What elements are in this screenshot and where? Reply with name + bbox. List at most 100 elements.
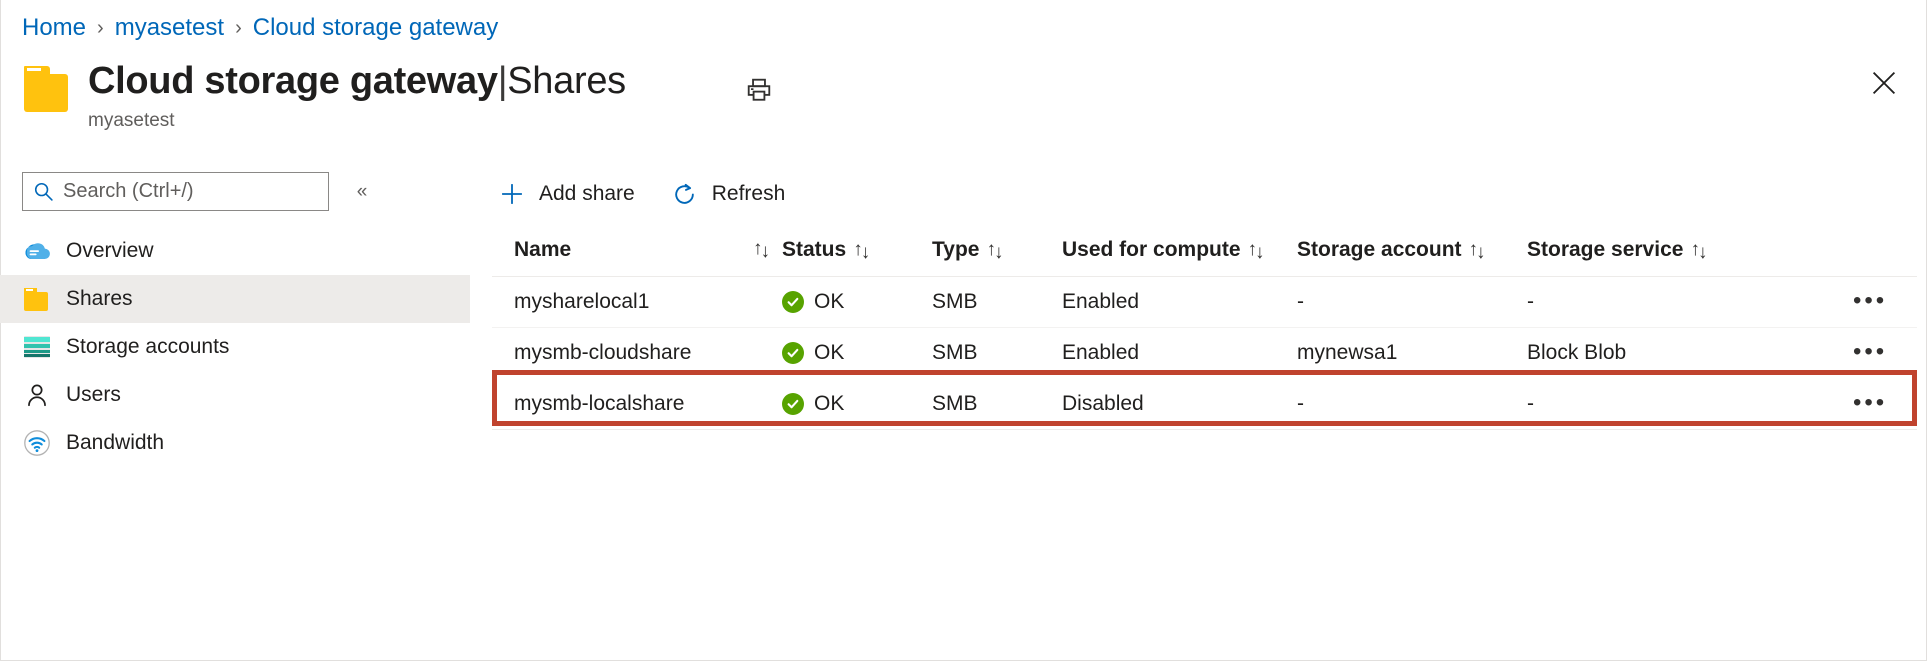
sort-icon[interactable]: ↑↓ <box>1690 239 1705 261</box>
cell-storage-service: - <box>1527 277 1757 328</box>
bandwidth-icon <box>22 428 52 458</box>
page-title-main: Cloud storage gateway <box>88 60 498 102</box>
close-icon[interactable] <box>1863 62 1905 104</box>
sidebar-item-label: Shares <box>66 286 133 312</box>
sidebar-search-row: « <box>0 172 470 211</box>
column-header-status[interactable]: Status ↑↓ <box>782 228 932 277</box>
folder-icon <box>22 284 52 314</box>
breadcrumb: Home › myasetest › Cloud storage gateway <box>22 13 498 43</box>
plus-icon <box>496 178 528 210</box>
cell-used-for-compute: Enabled <box>1062 277 1297 328</box>
breadcrumb-item-cloud-storage-gateway[interactable]: Cloud storage gateway <box>253 13 498 43</box>
check-circle-icon <box>782 342 804 364</box>
cell-storage-account: - <box>1297 277 1527 328</box>
add-share-label: Add share <box>539 182 635 206</box>
column-header-storage-service[interactable]: Storage service ↑↓ <box>1527 228 1757 277</box>
sidebar-nav-list: Overview Shares Storage accounts Users <box>0 227 470 467</box>
refresh-icon <box>669 178 701 210</box>
column-header-label: Status <box>782 238 846 262</box>
column-header-label: Storage service <box>1527 238 1683 262</box>
table-row[interactable]: mysharelocal1 OK SMB Enabled - - ••• <box>492 277 1917 328</box>
cell-name[interactable]: mysmb-localshare <box>492 379 782 430</box>
main-content: Add share Refresh Name ↑↓ <box>492 172 1917 430</box>
sidebar: « Overview Shares Storage <box>0 172 470 467</box>
search-icon <box>33 181 54 202</box>
cell-type: SMB <box>932 328 1062 379</box>
sort-icon[interactable]: ↑↓ <box>986 239 1001 261</box>
collapse-sidebar-button[interactable]: « <box>347 177 377 207</box>
sidebar-item-storage-accounts[interactable]: Storage accounts <box>0 323 470 371</box>
table-header: Name ↑↓ Status ↑↓ Type ↑↓ <box>492 228 1917 277</box>
column-header-storage-account[interactable]: Storage account ↑↓ <box>1297 228 1527 277</box>
status-label: OK <box>814 290 844 314</box>
column-header-label: Type <box>932 238 979 262</box>
cell-used-for-compute: Enabled <box>1062 328 1297 379</box>
column-header-label: Used for compute <box>1062 238 1241 262</box>
sidebar-item-label: Overview <box>66 238 154 264</box>
sidebar-item-label: Bandwidth <box>66 430 164 456</box>
column-header-used-for-compute[interactable]: Used for compute ↑↓ <box>1062 228 1297 277</box>
sidebar-item-label: Storage accounts <box>66 334 229 360</box>
table-header-row: Name ↑↓ Status ↑↓ Type ↑↓ <box>492 228 1917 277</box>
cell-actions: ••• <box>1757 277 1917 328</box>
sidebar-item-shares[interactable]: Shares <box>0 275 470 323</box>
status-label: OK <box>814 341 844 365</box>
sidebar-item-bandwidth[interactable]: Bandwidth <box>0 419 470 467</box>
cell-name[interactable]: mysmb-cloudshare <box>492 328 782 379</box>
column-header-actions <box>1757 228 1917 277</box>
cell-type: SMB <box>932 277 1062 328</box>
cloud-icon <box>22 236 52 266</box>
page-title-section: Shares <box>507 60 626 102</box>
storage-icon <box>22 332 52 362</box>
cell-status: OK <box>782 379 932 430</box>
breadcrumb-separator-2: › <box>235 13 242 43</box>
column-header-label: Name <box>514 238 571 262</box>
table-body: mysharelocal1 OK SMB Enabled - - ••• <box>492 277 1917 430</box>
row-more-actions-button[interactable]: ••• <box>1847 343 1893 361</box>
sidebar-item-label: Users <box>66 382 121 408</box>
cell-status: OK <box>782 277 932 328</box>
command-bar: Add share Refresh <box>492 172 1917 216</box>
column-header-type[interactable]: Type ↑↓ <box>932 228 1062 277</box>
column-header-label: Storage account <box>1297 238 1462 262</box>
search-input[interactable] <box>63 180 318 203</box>
person-icon <box>22 380 52 410</box>
print-icon[interactable] <box>739 70 779 110</box>
search-box[interactable] <box>22 172 329 211</box>
breadcrumb-separator-1: › <box>97 13 104 43</box>
breadcrumb-item-myasetest[interactable]: myasetest <box>115 13 224 43</box>
refresh-label: Refresh <box>712 182 786 206</box>
sidebar-item-overview[interactable]: Overview <box>0 227 470 275</box>
folder-icon <box>22 66 74 114</box>
cell-actions: ••• <box>1757 379 1917 430</box>
sort-icon[interactable]: ↑↓ <box>853 239 868 261</box>
page-title: Cloud storage gateway|Shares <box>88 58 626 104</box>
status-label: OK <box>814 392 844 416</box>
cell-storage-account: - <box>1297 379 1527 430</box>
cell-used-for-compute: Disabled <box>1062 379 1297 430</box>
refresh-button[interactable]: Refresh <box>665 174 798 214</box>
sidebar-item-users[interactable]: Users <box>0 371 470 419</box>
sort-icon[interactable]: ↑↓ <box>1469 239 1484 261</box>
cell-status: OK <box>782 328 932 379</box>
cell-name[interactable]: mysharelocal1 <box>492 277 782 328</box>
page-header: Cloud storage gateway|Shares myasetest <box>22 58 626 134</box>
sort-icon[interactable]: ↑↓ <box>1248 239 1263 261</box>
row-more-actions-button[interactable]: ••• <box>1847 292 1893 310</box>
page-subtitle: myasetest <box>88 108 626 134</box>
check-circle-icon <box>782 291 804 313</box>
cell-storage-account: mynewsa1 <box>1297 328 1527 379</box>
add-share-button[interactable]: Add share <box>492 174 647 214</box>
shares-table: Name ↑↓ Status ↑↓ Type ↑↓ <box>492 228 1917 430</box>
breadcrumb-item-home[interactable]: Home <box>22 13 86 43</box>
page-title-divider: | <box>498 60 508 102</box>
cell-type: SMB <box>932 379 1062 430</box>
sort-icon[interactable]: ↑↓ <box>753 238 768 260</box>
table-row[interactable]: mysmb-localshare OK SMB Disabled - - ••• <box>492 379 1917 430</box>
column-header-name[interactable]: Name ↑↓ <box>492 228 782 277</box>
row-more-actions-button[interactable]: ••• <box>1847 394 1893 412</box>
cell-actions: ••• <box>1757 328 1917 379</box>
table-row[interactable]: mysmb-cloudshare OK SMB Enabled mynewsa1… <box>492 328 1917 379</box>
cell-storage-service: Block Blob <box>1527 328 1757 379</box>
check-circle-icon <box>782 393 804 415</box>
